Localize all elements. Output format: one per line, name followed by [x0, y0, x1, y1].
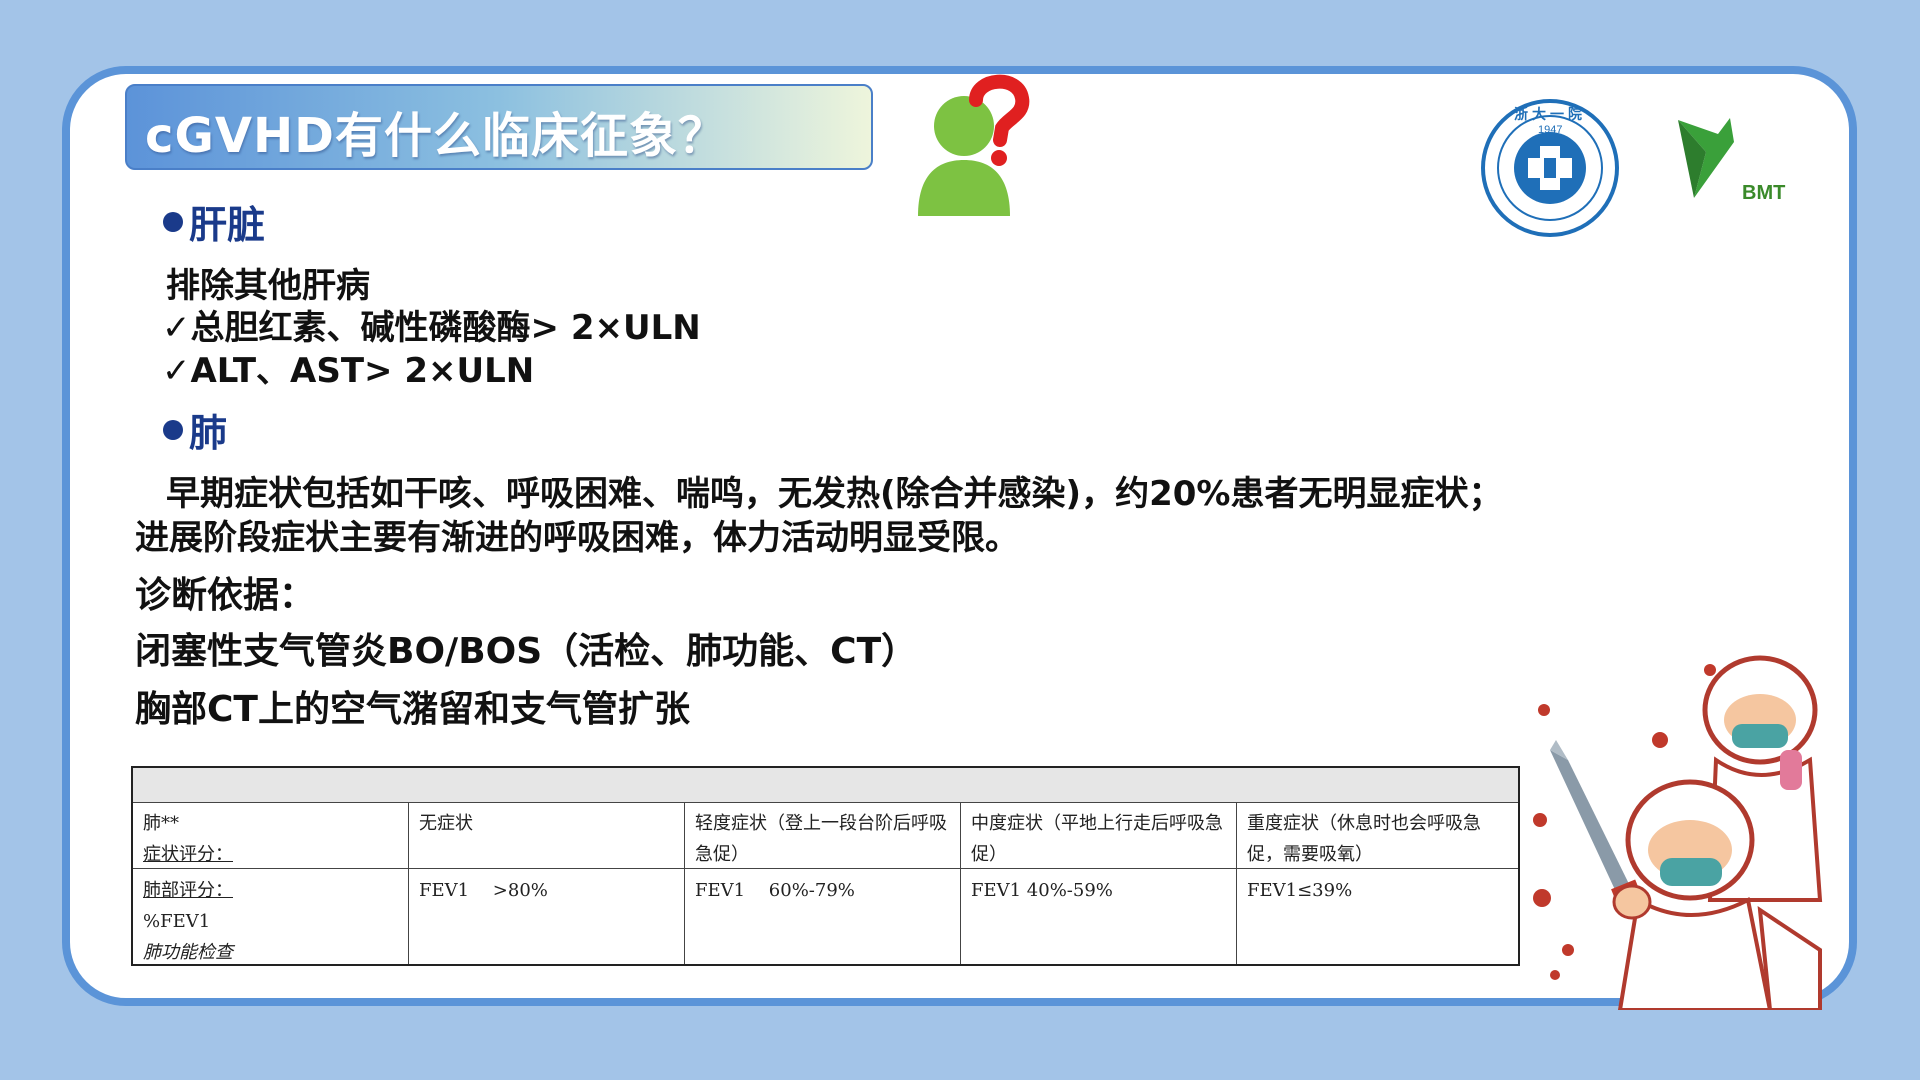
- heading-lung: 肺: [163, 402, 227, 457]
- page-title: cGVHD有什么临床征象？: [145, 108, 728, 164]
- heading-liver: 肝脏: [163, 194, 265, 249]
- table-cell: FEV1 40%-59%: [961, 869, 1237, 964]
- title-bar: cGVHD有什么临床征象？: [125, 84, 873, 170]
- lung-line-2: 进展阶段症状主要有渐进的呼吸困难，体力活动明显受限。: [135, 518, 1019, 558]
- liver-line-3: ✓ALT、AST> 2×ULN: [162, 351, 535, 391]
- table-row: 肺部评分： %FEV1 肺功能检查 FEV1 >80% FEV1 60%-79%…: [133, 869, 1518, 964]
- table-cell: 重度症状（休息时也会呼吸急促，需要吸氧）: [1247, 813, 1481, 865]
- bullet-dot-icon: [163, 420, 183, 440]
- liver-line-2: ✓总胆红素、碱性磷酸酶> 2×ULN: [162, 308, 701, 348]
- table-cell-label: 肺** 症状评分：: [133, 802, 409, 868]
- table-cell: FEV1≤39%: [1247, 880, 1353, 901]
- person-question-icon: [918, 74, 1030, 216]
- table-cell: FEV1 >80%: [409, 869, 685, 964]
- bmt-label: BMT: [1742, 182, 1786, 204]
- table-cell: FEV1 60%-79%: [685, 869, 961, 964]
- lung-line-5: 胸部CT上的空气潴留和支气管扩张: [135, 689, 690, 730]
- lung-line-3: 诊断依据：: [135, 575, 316, 616]
- lung-score-table: 肺** 症状评分： 无症状 轻度症状（登上一段台阶后呼吸急促） 中度症状（平地上…: [131, 766, 1520, 966]
- seal-chars: 浙大一院: [1514, 107, 1586, 123]
- table-header-bar: [133, 768, 1518, 803]
- table-row: 肺** 症状评分： 无症状 轻度症状（登上一段台阶后呼吸急促） 中度症状（平地上…: [133, 802, 1518, 869]
- seal-year: 1947: [1538, 124, 1563, 136]
- bullet-dot-icon: [163, 212, 183, 232]
- table-cell-label: 肺部评分： %FEV1 肺功能检查: [133, 869, 409, 964]
- bmt-logo-icon: [1678, 118, 1734, 198]
- table-cell: 中度症状（平地上行走后呼吸急促）: [961, 802, 1237, 868]
- slide: cGVHD有什么临床征象？ 1947 浙大一院 BMT 肝脏 排除其他肝病 ✓总…: [0, 0, 1920, 1080]
- lung-line-1: 早期症状包括如干咳、呼吸困难、喘鸣，无发热(除合并感染)，约20%患者无明显症状…: [166, 474, 1503, 514]
- lung-line-4: 闭塞性支气管炎BO/BOS（活检、肺功能、CT）: [135, 631, 918, 672]
- table-cell: 轻度症状（登上一段台阶后呼吸急促）: [685, 802, 961, 868]
- medical-worker-illustration: [1533, 655, 1823, 1010]
- table-cell: 无症状: [409, 802, 685, 868]
